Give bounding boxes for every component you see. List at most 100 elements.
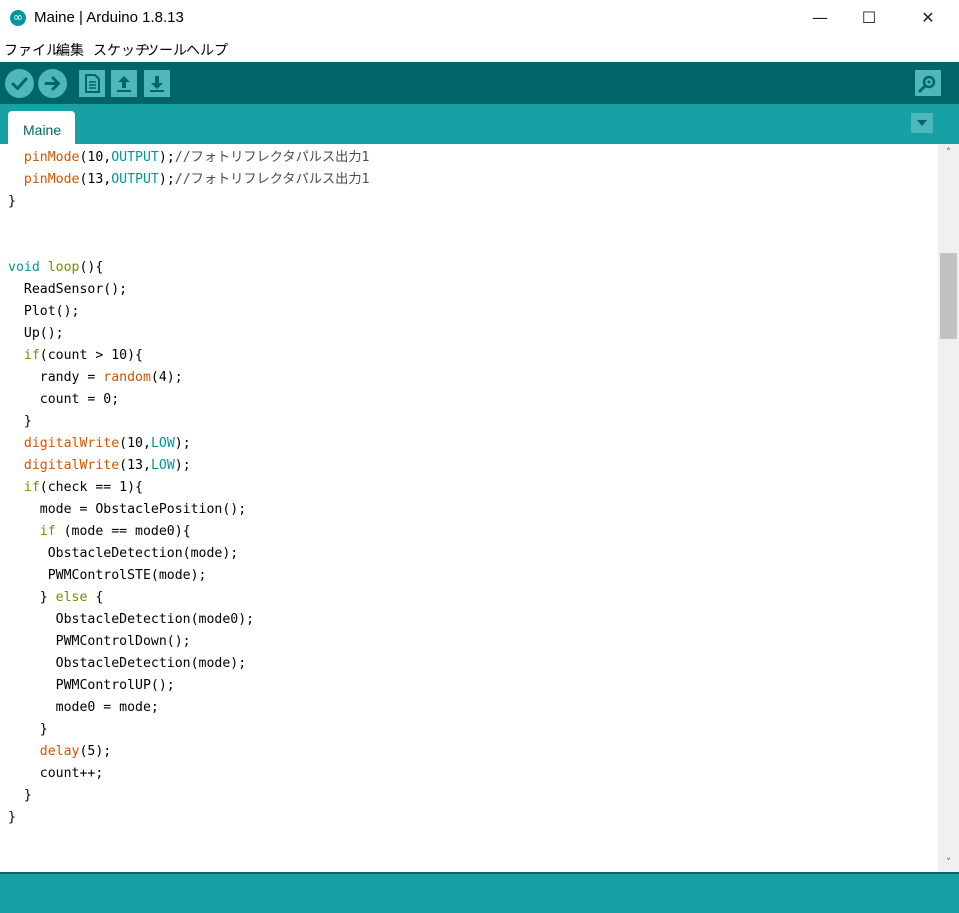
code-editor[interactable]: pinMode(10,OUTPUT);//フォトリフレクタパルス出力1 pinM… [0,144,938,872]
arduino-infinity-icon [10,8,26,26]
menu-edit[interactable]: 編集 [56,40,84,60]
close-button[interactable]: ✕ [905,0,951,36]
code-token: pinMode [23,150,80,165]
code-token: { [87,590,104,605]
code-line[interactable]: PWMControlSTE(mode); [8,565,370,587]
status-bar [0,872,959,913]
serial-monitor-button[interactable] [915,70,941,96]
code-token: else [55,590,88,605]
code-line[interactable]: ObstacleDetection(mode); [8,543,370,565]
code-token: (10, [79,150,112,165]
code-line[interactable]: randy = random(4); [8,367,370,389]
code-line[interactable]: } [8,411,370,433]
code-line[interactable]: } [8,191,370,213]
code-line[interactable]: pinMode(10,OUTPUT);//フォトリフレクタパルス出力1 [8,147,370,169]
code-token: if [23,348,40,363]
code-line[interactable]: PWMControlUP(); [8,675,370,697]
code-text[interactable]: pinMode(10,OUTPUT);//フォトリフレクタパルス出力1 pinM… [8,147,370,829]
code-token: Up(); [8,326,64,341]
code-token: mode0 = mode; [8,700,159,715]
code-line[interactable]: digitalWrite(13,LOW); [8,455,370,477]
code-line[interactable]: if (mode == mode0){ [8,521,370,543]
code-line[interactable]: ObstacleDetection(mode); [8,653,370,675]
window-title: Maine | Arduino 1.8.13 [34,9,184,26]
menu-file[interactable]: ファイル [4,40,60,60]
code-token: OUTPUT [111,150,159,165]
code-line[interactable] [8,213,370,235]
minimize-button[interactable]: — [797,0,843,36]
vertical-scrollbar[interactable]: ˄ ˅ [938,144,959,872]
tab-maine[interactable]: Maine [8,111,75,144]
code-token: random [103,370,151,385]
code-token: LOW [150,436,175,451]
tab-bar: Maine [0,104,959,144]
code-token: pinMode [23,172,80,187]
open-button[interactable] [111,70,137,97]
save-button[interactable] [144,70,170,97]
code-token: PWMControlSTE(mode); [8,568,207,583]
code-token: (13, [119,458,151,473]
code-token: count++; [8,766,104,781]
code-line[interactable]: Up(); [8,323,370,345]
open-icon [117,76,131,92]
code-token: ); [158,150,175,165]
maximize-button[interactable]: ☐ [846,0,892,36]
verify-button[interactable] [5,69,34,98]
code-token: mode = ObstaclePosition(); [8,502,247,517]
code-line[interactable]: digitalWrite(10,LOW); [8,433,370,455]
code-token: count = 0; [8,392,120,407]
code-line[interactable]: mode0 = mode; [8,697,370,719]
scroll-thumb[interactable] [940,252,957,339]
code-token: ObstacleDetection(mode0); [8,612,255,627]
code-line[interactable]: Plot(); [8,301,370,323]
new-button[interactable] [79,70,105,97]
code-token: Plot(); [8,304,80,319]
code-line[interactable]: } [8,719,370,741]
code-line[interactable]: delay(5); [8,741,370,763]
code-token: (10, [119,436,151,451]
upload-icon [44,76,60,91]
code-token: digitalWrite [23,458,120,473]
code-line[interactable]: void loop(){ [8,257,370,279]
code-line[interactable]: } [8,785,370,807]
menu-tools[interactable]: ツール [145,40,187,60]
code-line[interactable]: count++; [8,763,370,785]
code-token: (check == 1){ [39,480,143,495]
code-token: delay [39,744,80,759]
tab-menu-icon[interactable] [911,113,933,133]
code-line[interactable]: } [8,807,370,829]
code-line[interactable]: ObstacleDetection(mode0); [8,609,370,631]
code-line[interactable]: pinMode(13,OUTPUT);//フォトリフレクタパルス出力1 [8,169,370,191]
upload-button[interactable] [38,69,67,98]
code-line[interactable]: count = 0; [8,389,370,411]
code-line[interactable] [8,235,370,257]
code-token: (13, [79,172,112,187]
code-token: } [8,788,32,803]
code-token: loop [47,260,80,275]
code-line[interactable]: ReadSensor(); [8,279,370,301]
code-token: LOW [150,458,175,473]
code-token: (mode == mode0){ [55,524,191,539]
code-token: ObstacleDetection(mode); [8,656,247,671]
code-line[interactable]: } else { [8,587,370,609]
scroll-up-icon[interactable]: ˄ [938,144,959,162]
scroll-down-icon[interactable]: ˅ [938,854,959,872]
menu-sketch[interactable]: スケッチ [93,40,149,60]
code-token: } [8,722,48,737]
menu-bar: ファイル 編集 スケッチ ツール ヘルプ [0,38,959,60]
code-token: (4); [150,370,183,385]
code-line[interactable]: mode = ObstaclePosition(); [8,499,370,521]
code-token: //フォトリフレクタパルス出力1 [174,172,370,187]
verify-icon [11,77,28,90]
code-line[interactable]: PWMControlDown(); [8,631,370,653]
menu-help[interactable]: ヘルプ [186,40,228,60]
code-line[interactable]: if(count > 10){ [8,345,370,367]
code-line[interactable]: if(check == 1){ [8,477,370,499]
